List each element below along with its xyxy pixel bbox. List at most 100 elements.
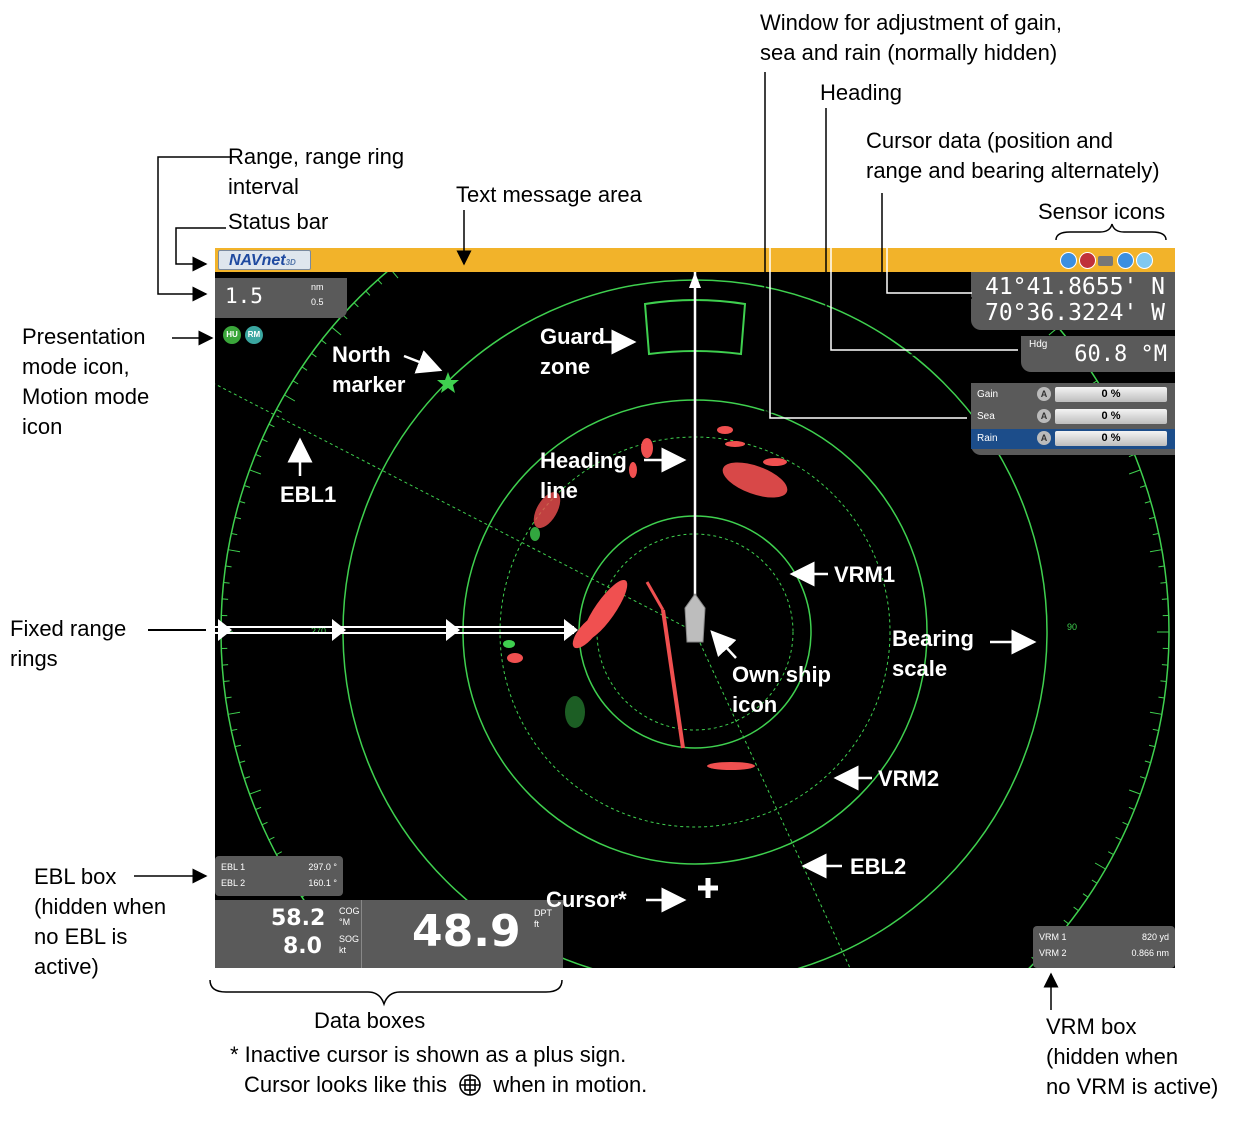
range-box[interactable]: 1.5 nm 0.5	[215, 278, 347, 318]
cog-unit: °M	[339, 917, 351, 927]
status-bar-callout: Status bar	[228, 209, 329, 234]
bearing-label-right: 90	[1067, 622, 1077, 632]
ebl2-callout: EBL2	[850, 854, 907, 879]
rain-slider[interactable]: 0 %	[1055, 431, 1167, 446]
heading-value: 60.8 °M	[1074, 342, 1167, 367]
bearing-tick	[268, 423, 275, 428]
presentation-line1: Presentation	[22, 324, 146, 349]
bearing-tick	[225, 565, 232, 568]
bearing-tick	[321, 339, 327, 345]
bearing-tick	[377, 279, 383, 285]
heading-line-line2: line	[540, 478, 578, 503]
gain-auto-button[interactable]: A	[1037, 387, 1051, 401]
gain-row: Gain A 0 %	[971, 385, 1175, 405]
presentation-line4: icon	[22, 414, 63, 439]
sog-unit: kt	[339, 945, 347, 955]
vrm2-callout: VRM2	[878, 766, 940, 791]
sensor-depth-icon[interactable]	[1098, 256, 1113, 266]
bearing-tick	[1158, 565, 1165, 568]
bearing-tick	[244, 776, 251, 779]
range-callout-line2: interval	[228, 174, 299, 199]
sea-row: Sea A 0 %	[971, 407, 1175, 427]
bearing-tick	[239, 500, 246, 504]
bearing-tick	[249, 469, 262, 475]
footnote: * Inactive cursor is shown as a plus sig…	[230, 1040, 647, 1100]
bearing-tick	[301, 366, 308, 371]
bearing-tick	[1160, 581, 1167, 584]
vrm-box[interactable]: VRM 1 820 yd VRM 2 0.866 nm	[1033, 926, 1175, 968]
bearing-tick	[365, 290, 371, 296]
bearing-tick	[1139, 485, 1146, 488]
presentation-mode-icon[interactable]: HU	[223, 326, 241, 344]
bearing-tick	[1128, 469, 1141, 475]
motion-mode-icon[interactable]: RM	[245, 326, 263, 344]
heading-line-callout: Heading line	[540, 446, 627, 506]
heading-box: Hdg 60.8 °M	[1021, 336, 1175, 372]
bearing-tick	[225, 696, 232, 699]
bearing-tick	[1152, 532, 1159, 536]
navnet-logo[interactable]: NAVnet3D	[218, 250, 311, 270]
ebl1-label: EBL 1	[221, 862, 246, 872]
depth-box: 48.9 DPT ft	[362, 900, 563, 968]
bearing-tick	[231, 728, 238, 732]
bearing-tick	[353, 302, 359, 308]
ebl2-label: EBL 2	[221, 878, 246, 888]
bearing-tick	[255, 453, 262, 458]
data-boxes-callout: Data boxes	[314, 1008, 426, 1033]
cursor-data-line2: range and bearing alternately)	[866, 158, 1160, 183]
fixed-rings-line1: Fixed range	[10, 616, 127, 641]
footnote-text-b: when in motion.	[493, 1072, 648, 1097]
sensor-weather-icon[interactable]	[1136, 252, 1153, 269]
bearing-tick	[234, 516, 242, 520]
bearing-tick	[268, 836, 275, 841]
sensor-radar-icon[interactable]	[1117, 252, 1134, 269]
range-unit: nm	[311, 282, 324, 292]
bearing-tick	[1128, 806, 1135, 811]
gain-label: Gain	[977, 389, 999, 400]
gain-sea-rain-window: Gain A 0 % Sea A 0 % Rain A 0 %	[971, 383, 1175, 455]
bearing-tick	[1160, 680, 1167, 683]
ebl-box-line3: no EBL is	[34, 924, 128, 949]
presentation-callout: Presentation mode icon, Motion mode icon	[22, 322, 149, 442]
ebl-box[interactable]: EBL 1 297.0 ° EBL 2 160.1 °	[215, 856, 343, 896]
sensor-gps-icon[interactable]	[1060, 252, 1077, 269]
bearing-tick	[276, 851, 283, 855]
guard-zone-line2: zone	[540, 354, 591, 379]
cursor-callout: Cursor*	[546, 887, 627, 912]
sea-slider[interactable]: 0 %	[1055, 409, 1167, 424]
bearing-tick	[1148, 516, 1156, 520]
cursor-plus-icon[interactable]	[698, 878, 718, 898]
bearing-tick	[1148, 744, 1156, 748]
sea-auto-button[interactable]: A	[1037, 409, 1051, 423]
bearing-tick	[292, 380, 299, 385]
ebl-box-line1: EBL box	[34, 864, 117, 889]
presentation-line3: Motion mode	[22, 384, 150, 409]
presentation-line2: mode icon,	[22, 354, 130, 379]
bearing-scale-line1: Bearing	[892, 626, 974, 651]
vrm-box-line1: VRM box	[1046, 1014, 1137, 1039]
sog-label: SOG	[339, 934, 360, 944]
gain-slider[interactable]: 0 %	[1055, 387, 1167, 402]
bearing-tick	[244, 485, 251, 488]
ebl-box-callout: EBL box (hidden when no EBL is active)	[34, 862, 166, 982]
bearing-tick	[239, 760, 246, 764]
bearing-tick	[1144, 500, 1151, 504]
logo-sub: 3D	[285, 258, 296, 267]
heading-line-line1: Heading	[540, 448, 627, 473]
heading-callout: Heading	[820, 80, 902, 105]
north-marker-line1: North	[332, 342, 391, 367]
ebl1-callout: EBL1	[280, 482, 337, 507]
cursor-data-callout: Cursor data (position and range and bear…	[866, 126, 1160, 186]
sensor-heading-icon[interactable]	[1079, 252, 1096, 269]
sog-value: 8.0	[283, 934, 322, 959]
data-boxes[interactable]: 58.2 COG °M 8.0 SOG kt 48.9 DPT ft	[215, 900, 563, 968]
own-ship-line2: icon	[732, 692, 778, 717]
range-callout-line1: Range, range ring	[228, 144, 405, 169]
bearing-tick	[311, 352, 317, 358]
cog-label: COG	[339, 906, 360, 916]
logo-text: NAVnet	[229, 252, 286, 269]
own-ship-line1: Own ship	[732, 662, 831, 687]
footnote-text-a: Cursor looks like this	[244, 1072, 447, 1097]
rain-auto-button[interactable]: A	[1037, 431, 1051, 445]
cursor-data-line1: Cursor data (position and	[866, 128, 1114, 153]
